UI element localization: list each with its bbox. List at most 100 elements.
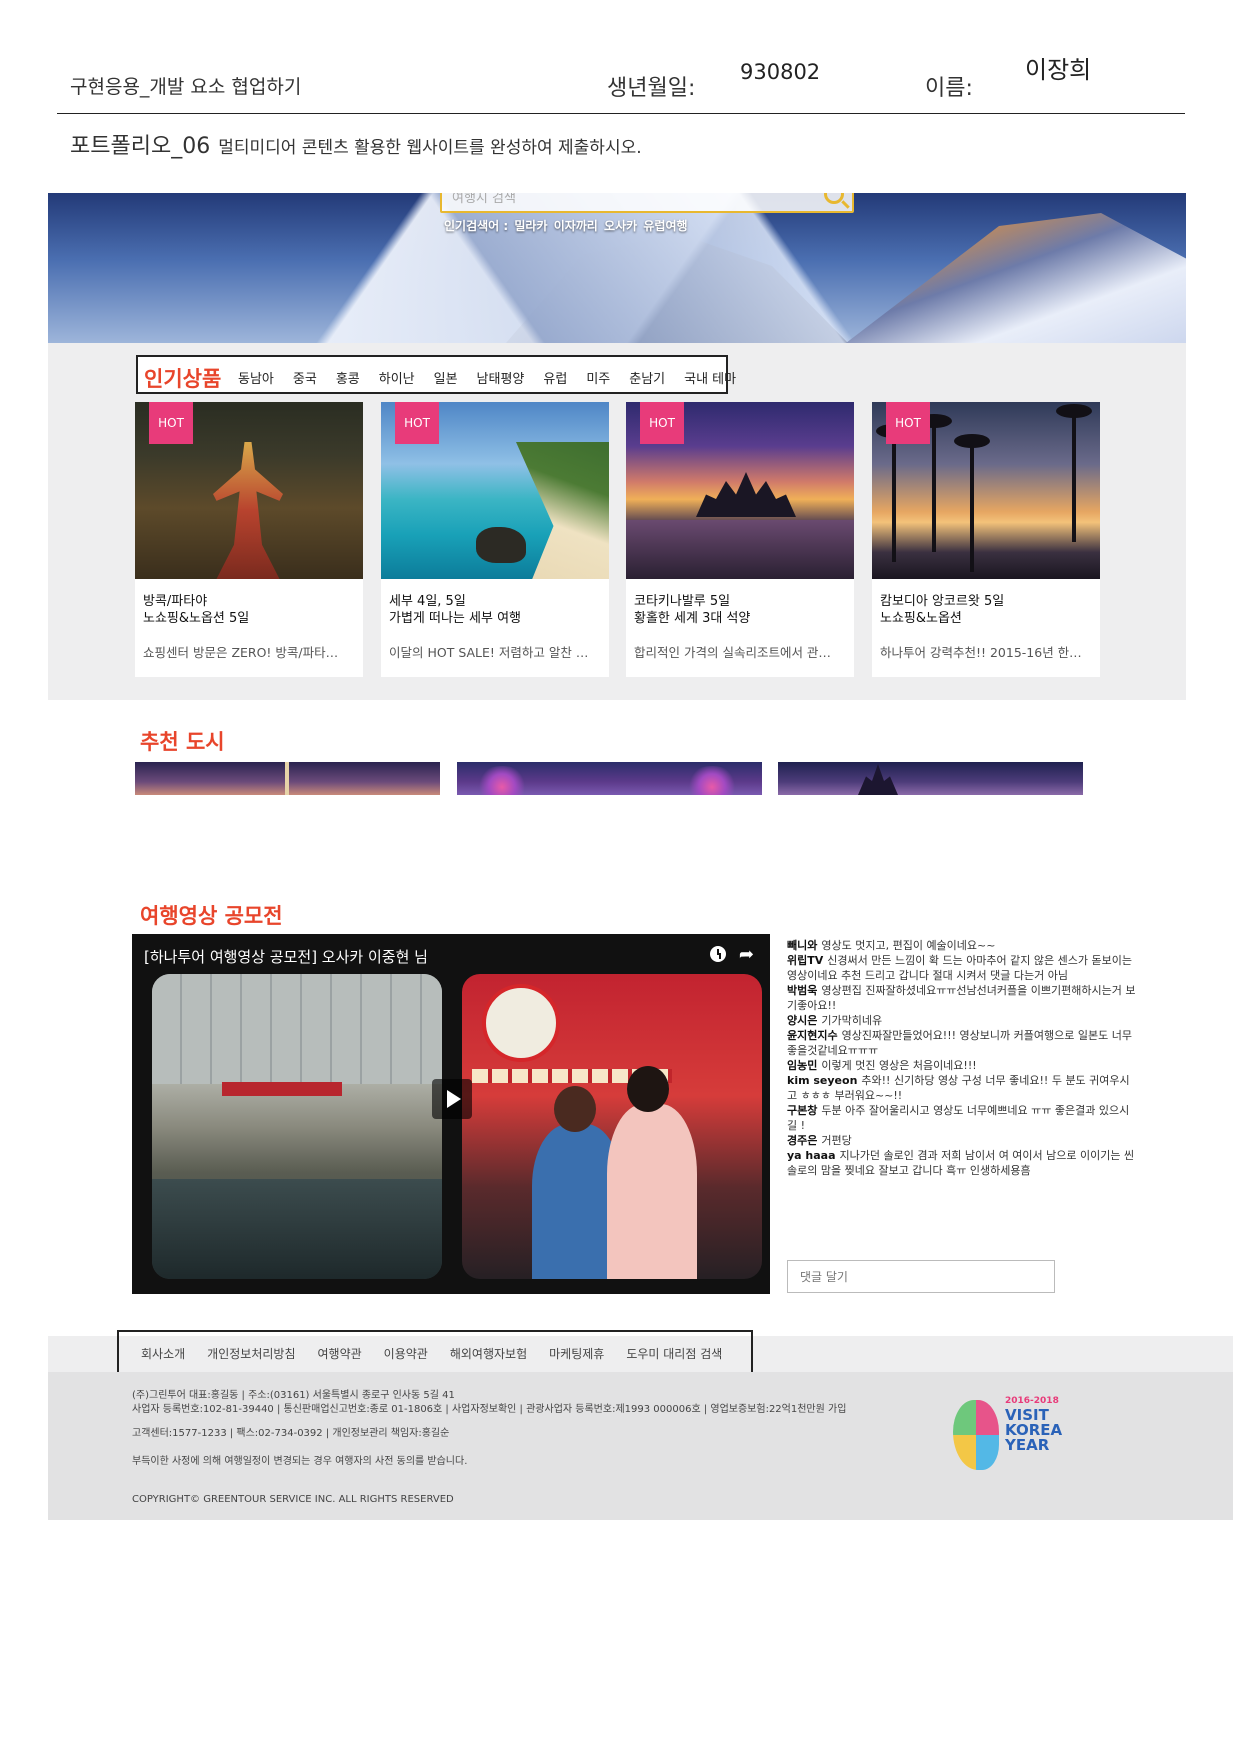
tab-domestic[interactable]: 국내 테마 bbox=[684, 368, 736, 387]
comment-author: 빼니와 bbox=[787, 939, 818, 952]
supertree bbox=[477, 766, 527, 795]
task-title: 포트폴리오_06 bbox=[70, 134, 211, 159]
tab-hongkong[interactable]: 홍콩 bbox=[336, 368, 360, 387]
video-section-title: 여행영상 공모전 bbox=[140, 904, 283, 928]
birth-label: 생년월일: bbox=[607, 76, 696, 101]
keyword-link[interactable]: 오사카 bbox=[604, 219, 637, 233]
tab-southeast-asia[interactable]: 동남아 bbox=[238, 368, 274, 387]
worksheet-subject: 구현응용_개발 요소 협업하기 bbox=[70, 76, 302, 98]
video-frame-right bbox=[462, 974, 762, 1279]
comment-author: kim seyeon bbox=[787, 1074, 858, 1087]
comment-item: 양시은 기가막히네유 bbox=[787, 1013, 1137, 1028]
hero-banner: 여행지 검색 인기검색어 : 밀라카 이자까리 오사카 유럽여행 bbox=[48, 193, 1186, 343]
comment-list: 빼니와 영상도 멋지고, 편집이 예술이네요~~ 위립TV 신경써서 만든 느낌이 … bbox=[787, 938, 1137, 1178]
city-spire bbox=[858, 764, 898, 795]
product-subtitle: 가볍게 떠나는 세부 여행 bbox=[389, 611, 521, 626]
comment-item: kim seyeon 추와!! 신기하당 영상 구성 너무 좋네요!! 두 분도 … bbox=[787, 1073, 1137, 1103]
scene-person-head bbox=[627, 1066, 669, 1112]
product-card[interactable]: HOT 코타키나발루 5일 황홀한 세계 3대 석양 합리적인 가격의 실속리조… bbox=[626, 402, 854, 677]
hot-badge: HOT bbox=[886, 402, 930, 444]
share-icon[interactable]: ➦ bbox=[739, 944, 754, 965]
logo-years: 2016-2018 bbox=[1005, 1396, 1059, 1406]
popular-tabs: 인기상품 동남아 중국 홍콩 하이난 일본 남태평양 유럽 미주 춘남기 국내 … bbox=[136, 355, 736, 394]
name-label: 이름: bbox=[925, 76, 973, 101]
comment-text: 두분 아주 잘어울리시고 영상도 너무예쁘네요 ㅠㅠ 좋은결과 있으시길 ! bbox=[787, 1104, 1130, 1132]
city-card[interactable] bbox=[457, 762, 762, 795]
footer-company-info: (주)그린투어 대표:홍길동 | 주소:(03161) 서울특별시 종로구 인사… bbox=[132, 1390, 455, 1401]
comment-item: 빼니와 영상도 멋지고, 편집이 예술이네요~~ bbox=[787, 938, 1137, 953]
visit-korea-logo: 2016-2018 VISIT KOREA YEAR bbox=[943, 1390, 1083, 1480]
product-subtitle: 노쇼핑&노옵션 bbox=[880, 611, 962, 626]
footer-link-list: 회사소개 개인정보처리방침 여행약관 이용약관 해외여행자보험 마케팅제휴 도우… bbox=[141, 1345, 744, 1362]
birth-value: 930802 bbox=[740, 60, 821, 84]
video-player[interactable]: [하나투어 여행영상 공모전] 오사카 이중현 님 ➦ bbox=[132, 934, 770, 1294]
comment-item: 윤지현지수 영상진짜잘만들었어요!!! 영상보니까 커플여행으로 일본도 너무 좋… bbox=[787, 1028, 1137, 1058]
comment-item: 임농민 이렇게 멋진 영상은 처음이네요!!! bbox=[787, 1058, 1137, 1073]
tab-other[interactable]: 춘남기 bbox=[629, 368, 665, 387]
search-icon[interactable] bbox=[824, 193, 844, 204]
task-heading: 포트폴리오_06 멀티미디어 콘텐츠 활용한 웹사이트를 완성하여 제출하시오. bbox=[70, 128, 642, 160]
scene-person bbox=[607, 1104, 697, 1279]
palm-tree bbox=[954, 434, 990, 572]
tab-europe[interactable]: 유럽 bbox=[543, 368, 567, 387]
comment-author: 박범욱 bbox=[787, 984, 818, 997]
footer-link-terms[interactable]: 이용약관 bbox=[384, 1345, 428, 1362]
comment-text: 이렇게 멋진 영상은 처음이네요!!! bbox=[821, 1059, 977, 1072]
tab-japan[interactable]: 일본 bbox=[434, 368, 458, 387]
tab-hainan[interactable]: 하이난 bbox=[379, 368, 415, 387]
product-card[interactable]: HOT 방콕/파타야 노쇼핑&노옵션 5일 쇼핑센터 방문은 ZERO! 방콕/… bbox=[135, 402, 363, 677]
footer-link-travel-terms[interactable]: 여행약관 bbox=[318, 1345, 362, 1362]
comment-item: 박범욱 영상편집 진짜잘하셨네요ㅠㅠ선남선녀커플을 이쁘기편해하시는거 보기좋아요… bbox=[787, 983, 1137, 1013]
keyword-link[interactable]: 유럽여행 bbox=[643, 219, 687, 233]
keyword-link[interactable]: 이자까리 bbox=[554, 219, 598, 233]
ribbon-icon bbox=[953, 1400, 999, 1470]
product-card[interactable]: HOT 세부 4일, 5일 가볍게 떠나는 세부 여행 이달의 HOT SALE… bbox=[381, 402, 609, 677]
comment-author: 양시은 bbox=[787, 1014, 818, 1027]
comment-text: 영상진짜잘만들었어요!!! 영상보니까 커플여행으로 일본도 너무 좋을것같네요… bbox=[787, 1029, 1132, 1057]
temple-reflection bbox=[626, 520, 854, 579]
city-card[interactable] bbox=[778, 762, 1083, 795]
comment-text: 기가막히네유 bbox=[821, 1014, 883, 1027]
city-card[interactable] bbox=[135, 762, 440, 795]
product-description: 쇼핑센터 방문은 ZERO! 방콕/파타… bbox=[143, 645, 339, 660]
task-description: 멀티미디어 콘텐츠 활용한 웹사이트를 완성하여 제출하시오. bbox=[218, 138, 642, 158]
footer-contact-info: 고객센터:1577-1233 | 팩스:02-734-0392 | 개인정보관리… bbox=[132, 1428, 450, 1439]
tab-south-pacific[interactable]: 남태평양 bbox=[477, 368, 525, 387]
footer-link-insurance[interactable]: 해외여행자보험 bbox=[450, 1345, 527, 1362]
beach-rock bbox=[476, 527, 526, 563]
comment-text: 거편당 bbox=[821, 1134, 852, 1147]
tab-china[interactable]: 중국 bbox=[293, 368, 317, 387]
search-input[interactable]: 여행지 검색 bbox=[452, 193, 516, 206]
comment-author: 경주은 bbox=[787, 1134, 818, 1147]
comment-author: 임농민 bbox=[787, 1059, 818, 1072]
comment-text: 영상도 멋지고, 편집이 예술이네요~~ bbox=[821, 939, 996, 952]
footer-notice: 부득이한 사정에 의해 여행일정이 변경되는 경우 여행자의 사전 동의를 받습… bbox=[132, 1456, 468, 1467]
scene-sign bbox=[482, 984, 560, 1062]
hero-search-box[interactable]: 여행지 검색 bbox=[440, 193, 854, 213]
footer-link-agency-search[interactable]: 도우미 대리점 검색 bbox=[626, 1345, 722, 1362]
comment-text: 영상편집 진짜잘하셨네요ㅠㅠ선남선녀커플을 이쁘기편해하시는거 보기좋아요!! bbox=[787, 984, 1136, 1012]
temple-silhouette bbox=[696, 472, 796, 517]
product-card[interactable]: HOT 캄보디아 앙코르왓 5일 노쇼핑&노옵션 하나투어 강력추천!! 201… bbox=[872, 402, 1100, 677]
comment-author: 구본창 bbox=[787, 1104, 818, 1117]
video-caption: [하나투어 여행영상 공모전] 오사카 이중현 님 bbox=[144, 948, 428, 966]
footer-link-company[interactable]: 회사소개 bbox=[141, 1345, 185, 1362]
footer-info: (주)그린투어 대표:홍길동 | 주소:(03161) 서울특별시 종로구 인사… bbox=[48, 1372, 1233, 1520]
play-button[interactable] bbox=[432, 1079, 472, 1119]
watch-later-icon[interactable] bbox=[710, 946, 726, 962]
footer-link-marketing[interactable]: 마케팅제휴 bbox=[549, 1345, 604, 1362]
comment-text: 신경써서 만든 느낌이 확 드는 아마추어 같지 않은 센스가 돋보이는 영상이… bbox=[787, 954, 1132, 982]
scene-awning bbox=[222, 1082, 342, 1096]
popular-title: 인기상품 bbox=[144, 367, 222, 391]
comment-item: 구본창 두분 아주 잘어울리시고 영상도 너무예쁘네요 ㅠㅠ 좋은결과 있으시길 … bbox=[787, 1103, 1137, 1133]
product-description: 합리적인 가격의 실속리조트에서 관… bbox=[634, 645, 831, 660]
comment-item: 경주은 거편당 bbox=[787, 1133, 1137, 1148]
tab-americas[interactable]: 미주 bbox=[586, 368, 610, 387]
comment-text: 지나가던 솔로인 겸과 저희 남이서 여 여이서 남으로 이이기는 씬 솔로의 … bbox=[787, 1149, 1135, 1177]
comment-input[interactable] bbox=[787, 1260, 1055, 1293]
footer-link-privacy[interactable]: 개인정보처리방침 bbox=[207, 1345, 295, 1362]
comment-item: 위립TV 신경써서 만든 느낌이 확 드는 아마추어 같지 않은 센스가 돋보이는… bbox=[787, 953, 1137, 983]
video-frame-left bbox=[152, 974, 442, 1279]
name-value: 이장희 bbox=[1025, 56, 1092, 84]
keyword-link[interactable]: 밀라카 bbox=[514, 219, 547, 233]
